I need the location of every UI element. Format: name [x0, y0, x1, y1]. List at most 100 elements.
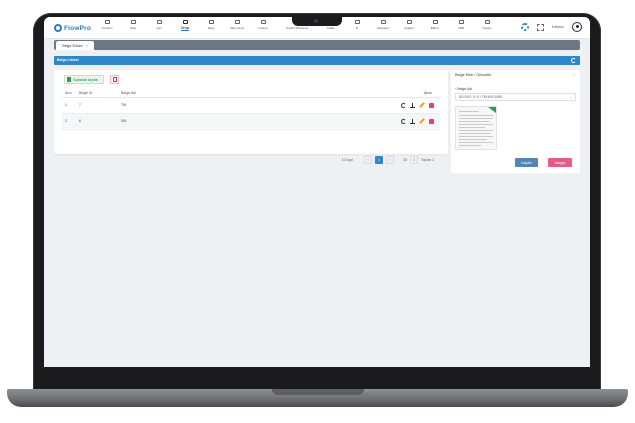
module-icon: [354, 20, 360, 24]
column-header-belge-id[interactable]: Belge ID: [76, 89, 118, 98]
camera-notch: [292, 16, 342, 26]
belge-adi-select[interactable]: SÜ 000 / 0 / 0 / TM 505 /0000 ⌄: [455, 93, 576, 101]
preview-line: [459, 139, 487, 140]
save-button[interactable]: Kaydet: [515, 158, 538, 167]
nav-item-ayarlar[interactable]: Ayarlar: [396, 20, 422, 37]
cell-belge-id: 6: [76, 113, 118, 130]
nav-item-crm[interactable]: CRM: [448, 20, 474, 37]
close-icon[interactable]: ×: [86, 44, 88, 48]
revise-icon[interactable]: [401, 118, 406, 124]
cell-sira: 2: [62, 113, 76, 130]
export-excel-button[interactable]: Sayfadaki kayıtlar: [64, 75, 104, 84]
chevron-down-icon: ⌄: [569, 95, 572, 99]
pagination: 10 kayıt ‹ 1 › Git 1 Toplam 2: [342, 156, 434, 164]
logo-text: FlowPro: [64, 24, 92, 32]
nav-item-satis[interactable]: Satış: [198, 20, 224, 37]
goto-label: Git: [402, 158, 408, 162]
preview-line: [459, 145, 481, 146]
laptop-frame: FlowPro Yönetim Stok Cari Belge Satış Sa…: [0, 0, 635, 423]
preview-line: [459, 121, 489, 122]
logo-icon: [54, 24, 62, 32]
close-icon[interactable]: ×: [573, 72, 575, 77]
nav-label: Ayarlar: [404, 26, 414, 30]
column-header-belge-adi[interactable]: Belge Adı: [118, 89, 380, 98]
document-table: Sıra Belge ID Belge Adı İşlem 1 7 TM 2 6…: [62, 89, 440, 130]
user-name[interactable]: Kullanıcı: [552, 25, 564, 29]
cancel-button[interactable]: Vazgeç: [548, 158, 572, 167]
preview-line: [459, 142, 493, 143]
document-list-card: Sayfadaki kayıtlar Sıra Belge ID Belge A…: [54, 70, 448, 164]
nav-item-yardim[interactable]: Yardım: [474, 20, 500, 37]
edit-icon[interactable]: [419, 102, 425, 108]
module-icon: [432, 20, 438, 24]
field-label-text: Belge Adı: [457, 87, 473, 91]
nav-label: CRM: [457, 26, 465, 30]
column-header-sira[interactable]: Sıra: [62, 89, 76, 98]
module-icon: [380, 20, 386, 24]
nav-item-bakim[interactable]: Bakım: [422, 20, 448, 37]
app-logo[interactable]: FlowPro: [54, 23, 91, 33]
download-icon[interactable]: [410, 102, 415, 108]
nav-label: Satın Alma: [229, 26, 245, 30]
nav-label: Yardım: [482, 26, 492, 30]
edit-icon[interactable]: [419, 118, 425, 124]
document-preview-thumbnail[interactable]: [455, 106, 497, 150]
tab-belge-surum[interactable]: Belge Sürüm ×: [56, 41, 94, 50]
document-form-panel: Belge Ekle / Güncelle × * Belge Adı SÜ 0…: [451, 70, 580, 173]
cell-sira: 1: [62, 97, 76, 114]
nav-item-cari[interactable]: Cari: [146, 20, 172, 37]
preview-line: [459, 127, 485, 128]
tab-bar: Belge Sürüm ×: [54, 40, 580, 50]
goto-input[interactable]: 1: [410, 156, 419, 164]
preview-line: [459, 118, 493, 119]
avatar[interactable]: [572, 22, 582, 32]
camera-icon: [314, 19, 318, 23]
module-icon: [484, 20, 490, 24]
belge-adi-value: SÜ 000 / 0 / 0 / TM 505 /0000: [459, 95, 503, 99]
refresh-icon[interactable]: [571, 58, 576, 63]
tab-label: Belge Sürüm: [62, 43, 83, 48]
section-title: Belge Listesi: [57, 58, 79, 62]
page-size-select[interactable]: 10 kayıt: [342, 158, 353, 162]
cell-actions: [380, 113, 440, 130]
revise-icon[interactable]: [401, 102, 406, 108]
module-icon: [458, 20, 464, 24]
nav-item-ik[interactable]: İK: [344, 20, 370, 37]
nav-item-satin-alma[interactable]: Satın Alma: [224, 20, 250, 37]
prev-page-button[interactable]: ‹: [363, 156, 372, 164]
fullscreen-icon[interactable]: [536, 23, 544, 31]
column-header-islem: İşlem: [380, 89, 440, 98]
nav-label: İK: [355, 26, 359, 30]
pdf-icon: [112, 77, 117, 82]
export-excel-label: Sayfadaki kayıtlar: [73, 77, 99, 82]
excel-icon: [67, 77, 71, 82]
nav-label: Satış: [207, 26, 215, 30]
panel-title: Belge Ekle / Güncelle: [455, 73, 492, 77]
download-icon[interactable]: [410, 118, 415, 124]
delete-icon[interactable]: [429, 102, 434, 108]
nav-item-raporlar[interactable]: Raporlar: [370, 20, 396, 37]
nav-item-stok[interactable]: Stok: [120, 20, 146, 37]
gear-icon[interactable]: [520, 23, 529, 31]
nav-label: Yönetim: [101, 26, 113, 30]
preview-line: [459, 124, 493, 125]
total-count: Toplam 2: [421, 158, 434, 162]
module-icon: [260, 20, 266, 24]
nav-label: Stok: [129, 26, 136, 30]
next-page-button[interactable]: ›: [385, 156, 394, 164]
nav-label: Bakım: [430, 26, 440, 30]
table-row[interactable]: 1 7 TM: [62, 97, 440, 114]
export-pdf-button[interactable]: [110, 75, 119, 84]
page-button-1[interactable]: 1: [374, 156, 383, 164]
table-row[interactable]: 2 6 SM: [62, 113, 440, 130]
section-header: Belge Listesi: [54, 56, 580, 65]
nav-item-yonetim[interactable]: Yönetim: [94, 20, 120, 37]
laptop-base-groove: [272, 389, 364, 395]
preview-line: [459, 111, 479, 112]
module-icon: [208, 20, 214, 24]
nav-item-belge[interactable]: Belge: [172, 20, 198, 37]
table-header-row: Sıra Belge ID Belge Adı İşlem: [62, 89, 440, 98]
module-icon: [156, 20, 162, 24]
delete-icon[interactable]: [429, 118, 434, 124]
nav-item-finans[interactable]: Finans: [250, 20, 276, 37]
